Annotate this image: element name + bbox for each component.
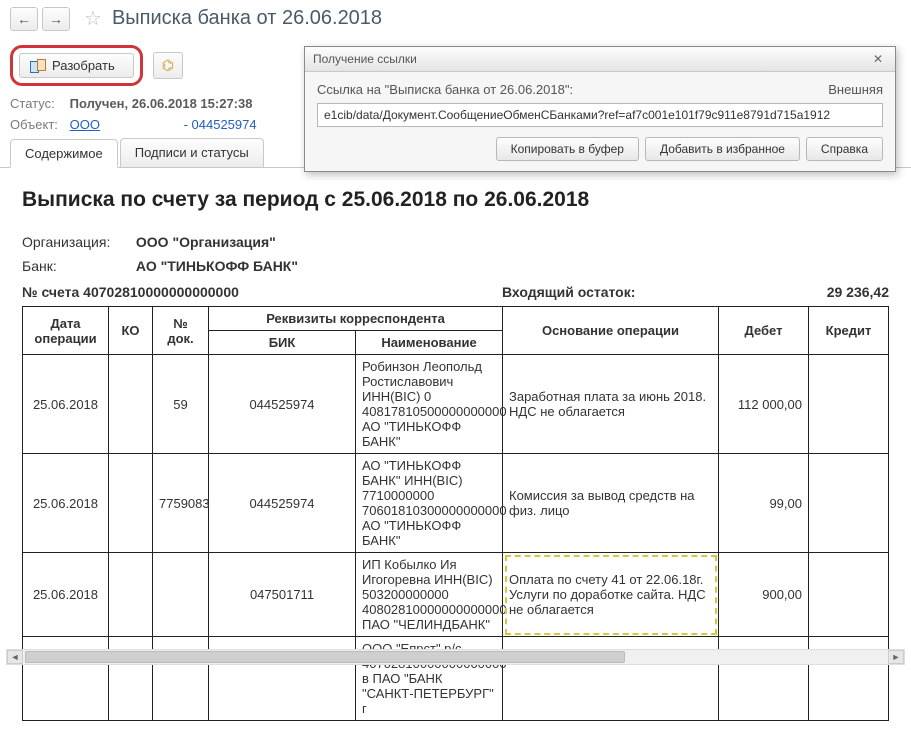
- object-label: Объект:: [10, 117, 66, 132]
- cell-debit: 112 000,00: [719, 355, 809, 454]
- page-title: Выписка банка от 26.06.2018: [112, 7, 382, 30]
- account-number: № счета 40702810000000000000: [22, 284, 502, 300]
- nav-back-button[interactable]: ←: [10, 7, 38, 31]
- cell-ko: [109, 355, 153, 454]
- scroll-right-button[interactable]: ►: [888, 650, 904, 664]
- structure-button[interactable]: ⌬: [153, 52, 183, 79]
- cell-reason: Комиссия за вывод средств на физ. лицо: [503, 454, 719, 553]
- cell-bik: 044525974: [209, 355, 356, 454]
- parse-button[interactable]: Разобрать: [19, 53, 134, 78]
- col-reason: Основание операции: [503, 307, 719, 355]
- cell-credit: [809, 553, 889, 637]
- col-credit: Кредит: [809, 307, 889, 355]
- cell-date: 25.06.2018: [23, 454, 109, 553]
- col-name: Наименование: [356, 331, 503, 355]
- get-link-dialog: Получение ссылки ✕ Ссылка на "Выписка ба…: [304, 46, 896, 172]
- scroll-left-button[interactable]: ◄: [7, 650, 23, 664]
- parse-button-label: Разобрать: [52, 58, 115, 73]
- col-date: Дата операции: [23, 307, 109, 355]
- status-label: Статус:: [10, 96, 66, 111]
- bank-value: АО "ТИНЬКОФФ БАНК": [136, 258, 298, 274]
- parse-icon: [30, 59, 46, 73]
- cell-reason: Оплата по счету 41 от 22.06.18г. Услуги …: [503, 553, 719, 637]
- col-debit: Дебет: [719, 307, 809, 355]
- cell-debit: 99,00: [719, 454, 809, 553]
- cell-debit: 900,00: [719, 553, 809, 637]
- dialog-link-label: Ссылка на "Выписка банка от 26.06.2018":: [317, 82, 828, 97]
- statement-title: Выписка по счету за период с 25.06.2018 …: [22, 188, 889, 212]
- horizontal-scrollbar[interactable]: ◄ ►: [6, 649, 905, 665]
- col-correspondent: Реквизиты корреспондента: [209, 307, 503, 331]
- status-value: Получен, 26.06.2018 15:27:38: [70, 96, 253, 111]
- favorite-star-icon[interactable]: ☆: [84, 6, 102, 31]
- cell-doc: 7759083: [153, 454, 209, 553]
- table-row[interactable]: 25.06.2018 59044525974Робинзон Леопольд Р…: [23, 355, 889, 454]
- incoming-balance-value: 29 236,42: [779, 284, 889, 300]
- cell-credit: [809, 355, 889, 454]
- dialog-external-label: Внешняя: [828, 82, 883, 97]
- tab-content[interactable]: Содержимое: [10, 139, 118, 168]
- cell-bik: 044525974: [209, 454, 356, 553]
- object-extra: - 044525974: [184, 117, 257, 132]
- incoming-balance-label: Входящий остаток:: [502, 284, 779, 300]
- tab-signatures[interactable]: Подписи и статусы: [120, 138, 264, 167]
- cell-date: 25.06.2018: [23, 553, 109, 637]
- dialog-title: Получение ссылки: [313, 52, 869, 66]
- copy-to-clipboard-button[interactable]: Копировать в буфер: [496, 137, 639, 161]
- bank-label: Банк:: [22, 258, 132, 274]
- organization-value: ООО "Организация": [136, 234, 276, 250]
- cell-name: Робинзон Леопольд Ростиславович ИНН(BIC)…: [356, 355, 503, 454]
- help-button[interactable]: Справка: [806, 137, 883, 161]
- table-row[interactable]: 25.06.2018 047501711ИП Кобылко Ия Игогоре…: [23, 553, 889, 637]
- cell-ko: [109, 553, 153, 637]
- cell-bik: 047501711: [209, 553, 356, 637]
- col-bik: БИК: [209, 331, 356, 355]
- col-doc: № док.: [153, 307, 209, 355]
- cell-name: АО "ТИНЬКОФФ БАНК" ИНН(BIC) 7710000000 7…: [356, 454, 503, 553]
- dialog-close-button[interactable]: ✕: [869, 52, 887, 66]
- cell-doc: [153, 553, 209, 637]
- table-row[interactable]: 25.06.2018 7759083044525974АО "ТИНЬКОФФ Б…: [23, 454, 889, 553]
- dialog-link-input[interactable]: [317, 103, 883, 127]
- scroll-thumb[interactable]: [25, 651, 625, 663]
- cell-doc: 59: [153, 355, 209, 454]
- organization-label: Организация:: [22, 234, 132, 250]
- cell-ko: [109, 454, 153, 553]
- cell-reason: Заработная плата за июнь 2018. НДС не об…: [503, 355, 719, 454]
- cell-date: 25.06.2018: [23, 355, 109, 454]
- add-to-favorites-button[interactable]: Добавить в избранное: [645, 137, 800, 161]
- cell-name: ИП Кобылко Ия Игогоревна ИНН(BIC) 503200…: [356, 553, 503, 637]
- nav-forward-button[interactable]: →: [42, 7, 70, 31]
- cell-credit: [809, 454, 889, 553]
- col-ko: КО: [109, 307, 153, 355]
- parse-button-highlight: Разобрать: [10, 45, 143, 86]
- object-link[interactable]: ООО: [70, 117, 100, 132]
